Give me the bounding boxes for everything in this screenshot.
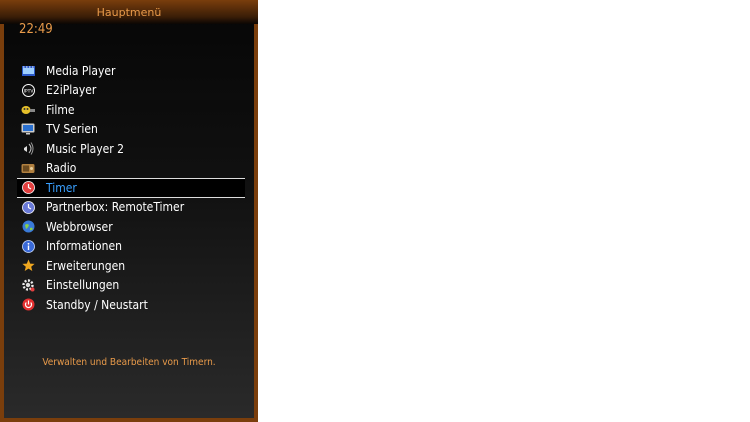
menu-item-media-player[interactable]: Media Player (17, 61, 245, 81)
menu-item-filme[interactable]: Filme (17, 100, 245, 120)
tv-icon (21, 122, 35, 136)
star-icon (21, 259, 35, 273)
clock: 22:49 (19, 22, 53, 37)
iptv-icon: IPTV (21, 83, 35, 97)
menu-item-label: Filme (46, 102, 75, 117)
menu-item-label: TV Serien (46, 122, 98, 137)
menu-item-label: Timer (46, 180, 77, 195)
menu-item-tv-serien[interactable]: TV Serien (17, 120, 245, 140)
power-icon (21, 298, 35, 312)
menu-item-partnerbox-remotetimer[interactable]: Partnerbox: RemoteTimer (17, 198, 245, 218)
title-bar: Hauptmenü (0, 0, 258, 24)
menu-item-label: Einstellungen (46, 278, 120, 293)
menu-item-label: Webbrowser (46, 219, 113, 234)
menu-item-label: Partnerbox: RemoteTimer (46, 200, 185, 215)
music-icon (21, 142, 35, 156)
menu-item-radio[interactable]: Radio (17, 159, 245, 179)
menu-item-timer[interactable]: Timer (17, 178, 245, 198)
menu-item-music-player-2[interactable]: Music Player 2 (17, 139, 245, 159)
menu-item-label: Radio (46, 161, 77, 176)
menu-item-label: Media Player (46, 63, 116, 78)
menu-item-standby-neustart[interactable]: Standby / Neustart (17, 295, 245, 315)
gear-icon (21, 278, 35, 292)
clock-icon (21, 200, 35, 214)
main-menu-window: Hauptmenü 22:49 Media Player IPTV E2iPla… (0, 0, 258, 422)
menu-item-webbrowser[interactable]: Webbrowser (17, 217, 245, 237)
menu-item-description: Verwalten und Bearbeiten von Timern. (42, 357, 216, 368)
movies-icon (21, 103, 35, 117)
menu-item-label: Informationen (46, 239, 122, 254)
main-menu-list: Media Player IPTV E2iPlayer Filme TV Ser… (17, 61, 245, 315)
timer-icon (21, 181, 35, 195)
film-icon (21, 64, 35, 78)
svg-text:IPTV: IPTV (23, 88, 34, 94)
globe-icon (21, 220, 35, 234)
menu-item-label: Standby / Neustart (46, 297, 148, 312)
menu-item-label: Music Player 2 (46, 141, 125, 156)
menu-panel: Hauptmenü 22:49 Media Player IPTV E2iPla… (0, 0, 258, 418)
radio-icon (21, 161, 35, 175)
menu-item-erweiterungen[interactable]: Erweiterungen (17, 256, 245, 276)
info-icon (21, 239, 35, 253)
menu-item-label: Erweiterungen (46, 258, 126, 273)
menu-item-e2iplayer[interactable]: IPTV E2iPlayer (17, 81, 245, 101)
menu-item-einstellungen[interactable]: Einstellungen (17, 276, 245, 296)
menu-item-label: E2iPlayer (46, 83, 97, 98)
window-title: Hauptmenü (96, 6, 162, 19)
menu-item-informationen[interactable]: Informationen (17, 237, 245, 257)
